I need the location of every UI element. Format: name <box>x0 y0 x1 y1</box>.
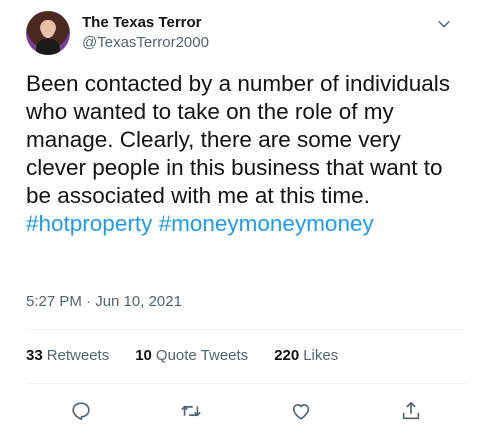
user-names: The Texas Terror @TexasTerror2000 <box>82 13 209 53</box>
user-handle[interactable]: @TexasTerror2000 <box>82 33 209 53</box>
avatar[interactable] <box>26 11 70 55</box>
quotes-label: Quote Tweets <box>155 347 249 364</box>
hashtag-moneymoneymoney[interactable]: #moneymoneymoney <box>159 211 374 236</box>
share-icon[interactable] <box>392 392 430 430</box>
tweet-header: The Texas Terror @TexasTerror2000 <box>26 8 466 58</box>
retweets-count: 33 <box>26 347 43 364</box>
likes-stat[interactable]: 220 Likes <box>274 347 338 364</box>
divider <box>26 383 466 384</box>
tweet-timestamp[interactable]: 5:27 PM · Jun 10, 2021 <box>26 293 182 310</box>
retweets-label: Retweets <box>46 347 110 364</box>
chevron-down-icon[interactable] <box>430 10 458 38</box>
likes-label: Likes <box>303 347 339 364</box>
display-name[interactable]: The Texas Terror <box>82 13 209 33</box>
likes-count: 220 <box>274 347 300 364</box>
retweet-icon[interactable] <box>172 392 210 430</box>
quotes-count: 10 <box>135 347 152 364</box>
heart-icon[interactable] <box>282 392 320 430</box>
divider <box>26 329 466 330</box>
tweet-text: Been contacted by a number of individual… <box>26 70 466 238</box>
tweet-stats: 33 Retweets 10 Quote Tweets 220 Likes <box>26 347 364 364</box>
hashtag-hotproperty[interactable]: #hotproperty <box>26 211 152 236</box>
quote-tweets-stat[interactable]: 10 Quote Tweets <box>135 347 248 364</box>
retweets-stat[interactable]: 33 Retweets <box>26 347 109 364</box>
tweet-actions <box>26 392 466 430</box>
tweet-card: The Texas Terror @TexasTerror2000 Been c… <box>0 0 480 435</box>
reply-icon[interactable] <box>62 392 100 430</box>
tweet-body: Been contacted by a number of individual… <box>26 71 451 208</box>
